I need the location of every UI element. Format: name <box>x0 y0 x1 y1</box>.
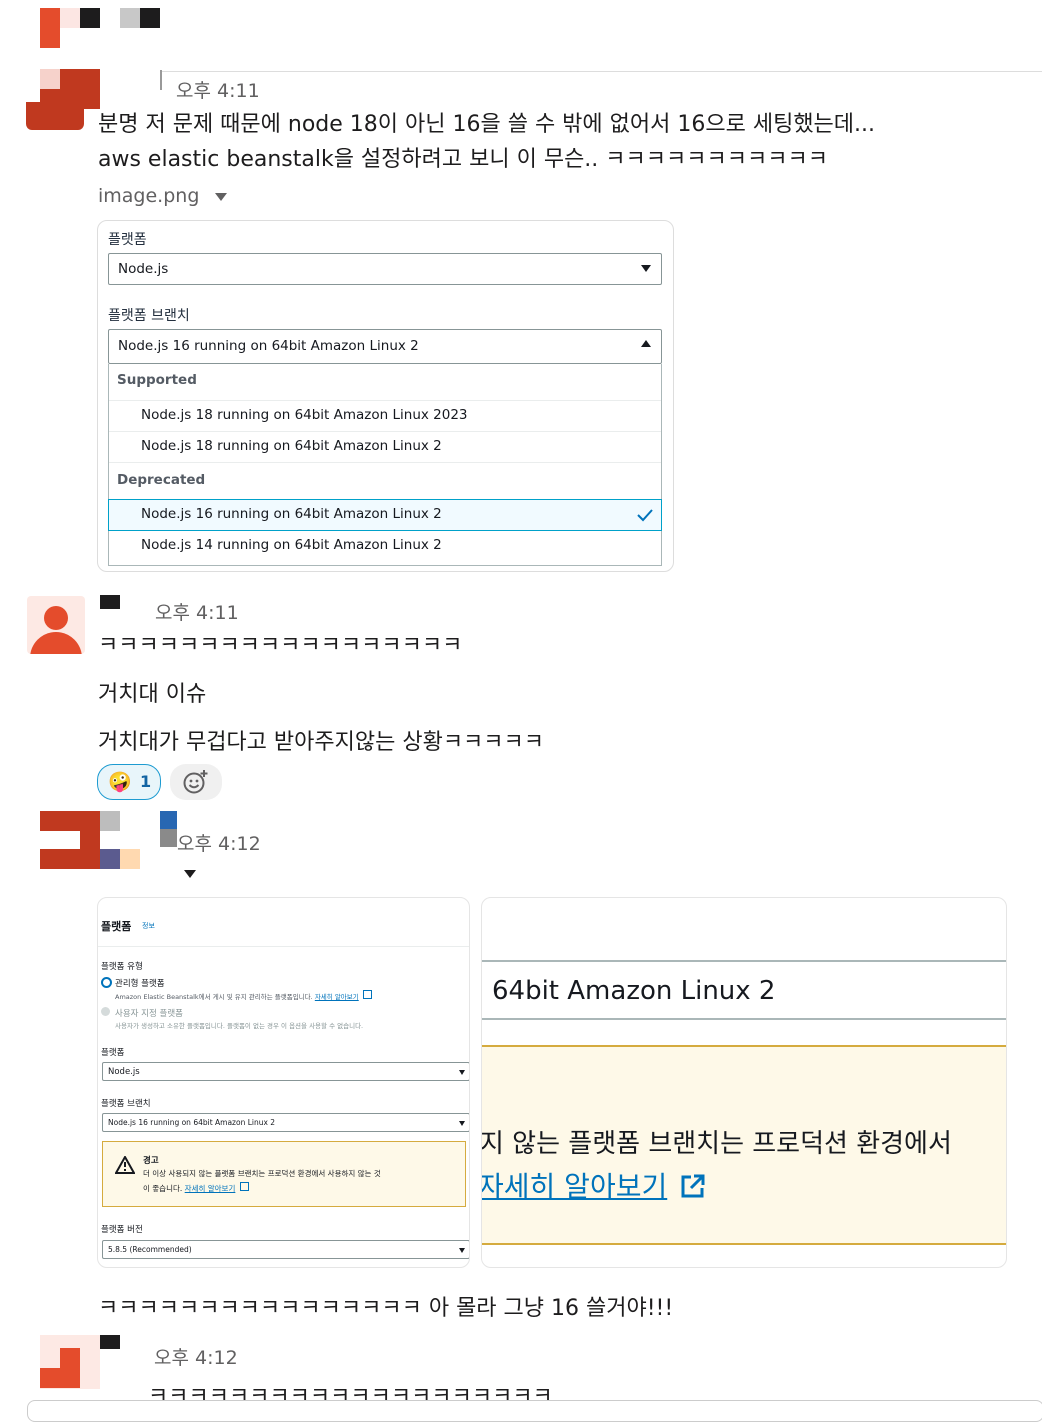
branch-select-zoomed: 64bit Amazon Linux 2 <box>482 960 1006 1020</box>
managed-label: 관리형 플랫폼 <box>115 979 165 989</box>
caret-down-icon <box>459 1248 465 1253</box>
learn-more-link: 자세히 알아보기 <box>481 1165 706 1205</box>
branch-dropdown-list: Supported Node.js 18 running on 64bit Am… <box>108 364 662 566</box>
section-title: 플랫폼 <box>101 920 132 933</box>
zany-face-emoji: 🤪 <box>108 771 132 793</box>
warning-alert-zoomed: 지 않는 플랫폼 브랜치는 프로덕션 환경에서 자세히 알아보기 <box>482 1045 1006 1245</box>
description-text: Amazon Elastic Beanstalk에서 게시 및 유지 관리하는 … <box>115 993 313 1001</box>
platform-value: Node.js <box>108 1067 140 1077</box>
chevron-down-icon[interactable] <box>184 870 196 878</box>
external-link-icon <box>239 1182 249 1191</box>
radio-selected <box>101 977 112 988</box>
platform-label: 플랫폼 <box>108 232 147 248</box>
message-text: aws elastic beanstalk을 설정하려고 보니 이 무슨.. ㅋ… <box>98 147 828 172</box>
image-attachment[interactable]: 플랫폼 Node.js 플랫폼 브랜치 Node.js 16 running o… <box>97 220 674 572</box>
message-timestamp[interactable]: 오후 4:11 <box>176 76 260 103</box>
message-text: ㅋㅋㅋㅋㅋㅋㅋㅋㅋㅋㅋㅋㅋㅋㅋㅋㅋㅋ <box>98 633 463 658</box>
divider <box>109 462 661 463</box>
message-text: 거치대 이슈 <box>98 682 207 707</box>
branch-label: 플랫폼 브랜치 <box>101 1099 151 1109</box>
branch-text-fragment: 64bit Amazon Linux 2 <box>492 976 776 1006</box>
warning-alert: 경고 더 이상 사용되지 않는 플랫폼 브랜치는 프로덕션 환경에서 사용하지 … <box>102 1141 466 1207</box>
message-timestamp[interactable]: 오후 4:12 <box>177 829 261 856</box>
chevron-down-icon[interactable] <box>215 192 228 201</box>
branch-select: Node.js 16 running on 64bit Amazon Linux… <box>102 1113 469 1132</box>
option-label: Node.js 14 running on 64bit Amazon Linux… <box>141 537 442 553</box>
attachment-filename[interactable]: image.png <box>98 185 228 207</box>
message-text: ㅋㅋㅋㅋㅋㅋㅋㅋㅋㅋㅋㅋㅋㅋㅋㅋ 아 몰라 그냥 16 쓸거야!!! <box>98 1296 674 1321</box>
dropdown-option: Node.js 18 running on 64bit Amazon Linux… <box>109 432 661 462</box>
message-text: 분명 저 문제 때문에 node 18이 아닌 16을 쓸 수 밖에 없어서 1… <box>98 112 876 137</box>
managed-description: Amazon Elastic Beanstalk에서 게시 및 유지 관리하는 … <box>115 990 372 1001</box>
custom-description: 사용자가 생성하고 소유한 플랫폼입니다. 플랫폼이 없는 경우 이 옵션을 사… <box>115 1022 364 1030</box>
type-label: 플랫폼 유형 <box>101 962 143 972</box>
warning-text: 이 좋습니다. 자세히 알아보기 <box>143 1182 249 1194</box>
caret-down-icon <box>641 265 651 272</box>
file-name: image.png <box>98 185 200 207</box>
warning-text-end: 이 좋습니다. <box>143 1184 183 1193</box>
info-link: 정보 <box>142 922 155 930</box>
radio-disabled <box>101 1007 110 1016</box>
message-composer[interactable] <box>27 1400 1042 1422</box>
warning-icon <box>115 1156 135 1174</box>
caret-down-icon <box>459 1070 465 1075</box>
caret-down-icon <box>459 1121 465 1126</box>
branch-value: Node.js 16 running on 64bit Amazon Linux… <box>118 338 419 354</box>
message-text: 거치대가 무겁다고 받아주지않는 상황ㅋㅋㅋㅋㅋ <box>98 730 545 755</box>
version-select: 5.8.5 (Recommended) <box>102 1240 469 1259</box>
learn-more-link: 자세히 알아보기 <box>184 1184 236 1193</box>
branch-value: Node.js 16 running on 64bit Amazon Linux… <box>108 1118 276 1127</box>
platform-select: Node.js <box>102 1062 469 1081</box>
checkmark-icon <box>637 509 653 522</box>
custom-label: 사용자 지정 플랫폼 <box>115 1009 183 1019</box>
reaction-count: 1 <box>140 772 152 791</box>
group-label-deprecated: Deprecated <box>117 472 206 488</box>
reaction-pill[interactable]: 🤪 1 <box>97 764 161 800</box>
link-text: 자세히 알아보기 <box>481 1170 668 1203</box>
warning-text-fragment: 지 않는 플랫폼 브랜치는 프로덕션 환경에서 <box>481 1129 952 1159</box>
avatar[interactable] <box>27 596 85 654</box>
warning-title: 경고 <box>143 1156 159 1166</box>
platform-select: Node.js <box>108 253 662 285</box>
option-label: Node.js 18 running on 64bit Amazon Linux… <box>141 438 442 454</box>
option-label: Node.js 18 running on 64bit Amazon Linux… <box>141 407 468 423</box>
version-label: 플랫폼 버전 <box>101 1225 143 1235</box>
dropdown-option: Node.js 14 running on 64bit Amazon Linux… <box>109 531 661 561</box>
external-link-icon <box>362 990 372 999</box>
platform-label: 플랫폼 <box>101 1048 125 1058</box>
caret-up-icon <box>641 340 651 347</box>
dropdown-option: Node.js 18 running on 64bit Amazon Linux… <box>109 401 661 431</box>
user-icon <box>44 606 68 630</box>
message-timestamp[interactable]: 오후 4:12 <box>154 1343 238 1370</box>
username-block[interactable] <box>100 595 120 609</box>
message-timestamp[interactable]: 오후 4:11 <box>155 598 239 625</box>
dropdown-option-selected: Node.js 16 running on 64bit Amazon Linux… <box>108 499 662 531</box>
branch-select: Node.js 16 running on 64bit Amazon Linux… <box>108 329 662 364</box>
divider <box>160 71 1042 72</box>
add-emoji-icon <box>183 770 208 794</box>
learn-more-link: 자세히 알아보기 <box>314 993 359 1001</box>
image-attachment[interactable]: 플랫폼 정보 플랫폼 유형 관리형 플랫폼 Amazon Elastic Bea… <box>97 897 470 1268</box>
branch-label: 플랫폼 브랜치 <box>108 308 190 324</box>
warning-text: 더 이상 사용되지 않는 플랫폼 브랜치는 프로덕션 환경에서 사용하지 않는 … <box>143 1169 381 1178</box>
username-bar[interactable] <box>160 70 162 90</box>
image-attachment[interactable]: 64bit Amazon Linux 2 지 않는 플랫폼 브랜치는 프로덕션 … <box>481 897 1007 1268</box>
option-label: Node.js 16 running on 64bit Amazon Linux… <box>141 506 442 522</box>
external-link-icon <box>681 1174 705 1198</box>
group-label-supported: Supported <box>117 372 197 388</box>
version-value: 5.8.5 (Recommended) <box>108 1245 192 1254</box>
platform-value: Node.js <box>118 261 169 277</box>
add-reaction-button[interactable] <box>170 764 222 800</box>
